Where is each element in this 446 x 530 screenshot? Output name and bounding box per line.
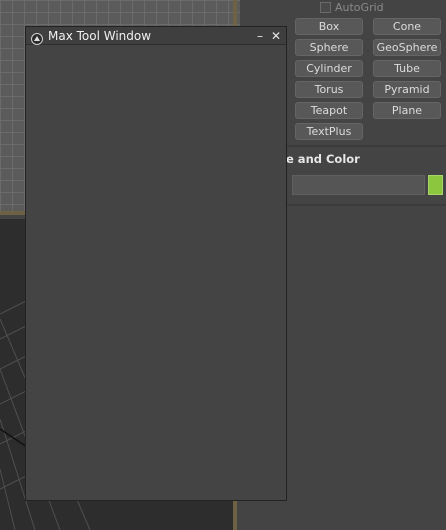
autogrid-checkbox-box[interactable] [320, 1, 331, 13]
max-tool-window[interactable]: Max Tool Window – ✕ [25, 26, 287, 501]
pyramid-button[interactable]: Pyramid [373, 81, 441, 98]
teapot-button[interactable]: Teapot [295, 102, 363, 119]
geosphere-button[interactable]: GeoSphere [373, 39, 441, 56]
tool-window-title-bar[interactable]: Max Tool Window – ✕ [26, 27, 286, 45]
autogrid-checkbox[interactable]: AutoGrid [320, 0, 384, 14]
cone-button[interactable]: Cone [373, 18, 441, 35]
name-and-color-title[interactable]: e and Color [286, 152, 360, 166]
box-button[interactable]: Box [295, 18, 363, 35]
object-name-field[interactable] [292, 175, 425, 195]
tube-button[interactable]: Tube [373, 60, 441, 77]
autogrid-label: AutoGrid [335, 0, 384, 14]
3dsmax-logo-icon [31, 30, 43, 45]
torus-button[interactable]: Torus [295, 81, 363, 98]
tool-window-title: Max Tool Window [48, 28, 152, 43]
plane-button[interactable]: Plane [373, 102, 441, 119]
cylinder-button[interactable]: Cylinder [295, 60, 363, 77]
sphere-button[interactable]: Sphere [295, 39, 363, 56]
minimize-icon[interactable]: – [252, 27, 268, 44]
close-icon[interactable]: ✕ [268, 27, 284, 44]
textplus-button[interactable]: TextPlus [295, 123, 363, 140]
object-color-swatch[interactable] [428, 175, 443, 195]
